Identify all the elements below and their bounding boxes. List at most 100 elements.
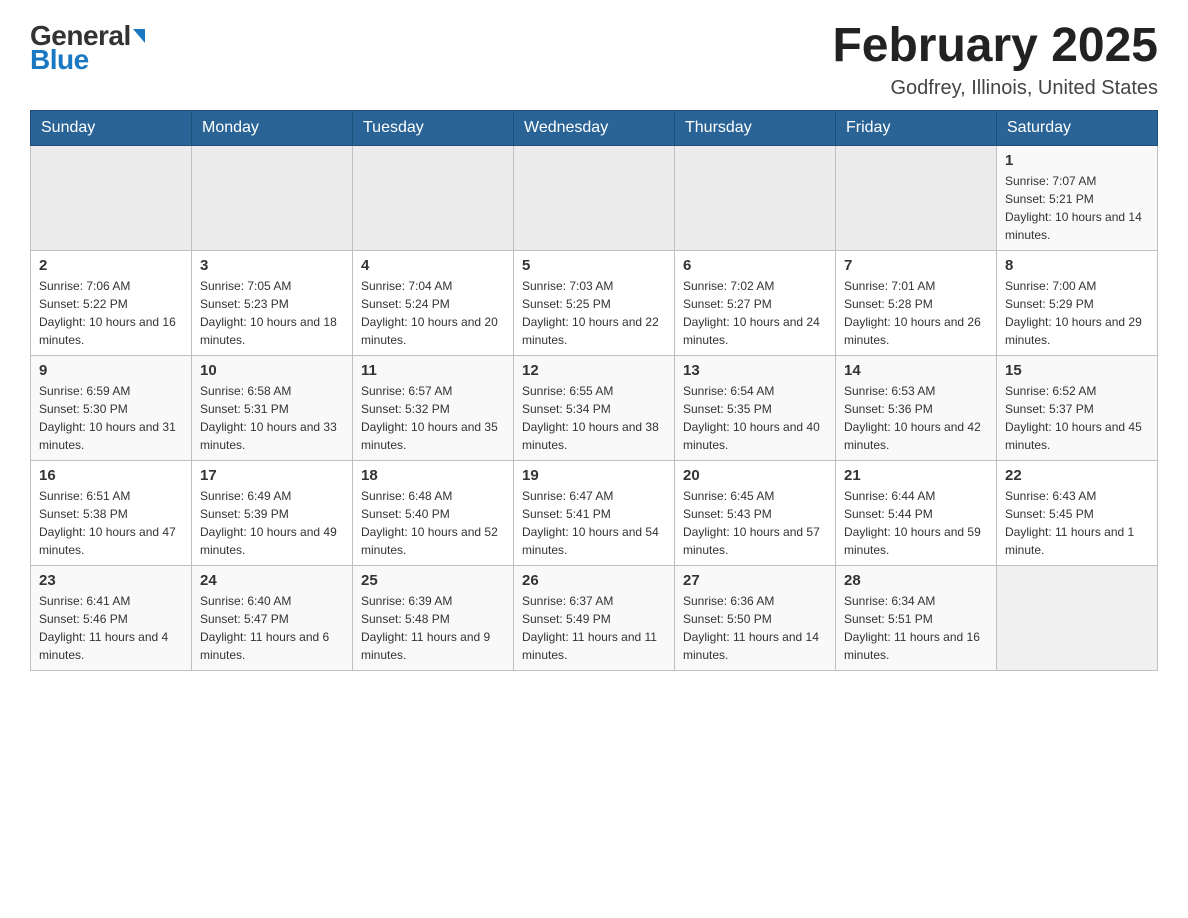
calendar-body: 1 Sunrise: 7:07 AM Sunset: 5:21 PM Daylig… xyxy=(31,145,1158,670)
day-info: Sunrise: 7:06 AM Sunset: 5:22 PM Dayligh… xyxy=(39,277,183,349)
calendar-cell: 7 Sunrise: 7:01 AM Sunset: 5:28 PM Daylig… xyxy=(836,250,997,355)
calendar-cell: 23 Sunrise: 6:41 AM Sunset: 5:46 PM Dayli… xyxy=(31,565,192,670)
calendar-week-row: 1 Sunrise: 7:07 AM Sunset: 5:21 PM Daylig… xyxy=(31,145,1158,250)
day-number: 1 xyxy=(1005,152,1149,169)
weekday-header-wednesday: Wednesday xyxy=(514,110,675,145)
day-number: 6 xyxy=(683,257,827,274)
day-info: Sunrise: 6:49 AM Sunset: 5:39 PM Dayligh… xyxy=(200,487,344,559)
day-number: 25 xyxy=(361,572,505,589)
day-info: Sunrise: 6:58 AM Sunset: 5:31 PM Dayligh… xyxy=(200,382,344,454)
day-number: 26 xyxy=(522,572,666,589)
logo-blue-text: Blue xyxy=(30,44,89,76)
day-number: 3 xyxy=(200,257,344,274)
calendar-cell: 10 Sunrise: 6:58 AM Sunset: 5:31 PM Dayli… xyxy=(192,355,353,460)
day-number: 20 xyxy=(683,467,827,484)
day-number: 16 xyxy=(39,467,183,484)
day-info: Sunrise: 6:53 AM Sunset: 5:36 PM Dayligh… xyxy=(844,382,988,454)
calendar-cell: 15 Sunrise: 6:52 AM Sunset: 5:37 PM Dayli… xyxy=(997,355,1158,460)
calendar-cell: 12Sunrise: 6:55 AM Sunset: 5:34 PM Dayli… xyxy=(514,355,675,460)
calendar-cell: 26 Sunrise: 6:37 AM Sunset: 5:49 PM Dayli… xyxy=(514,565,675,670)
day-info: Sunrise: 6:59 AM Sunset: 5:30 PM Dayligh… xyxy=(39,382,183,454)
calendar-week-row: 9 Sunrise: 6:59 AM Sunset: 5:30 PM Daylig… xyxy=(31,355,1158,460)
day-number: 15 xyxy=(1005,362,1149,379)
day-info: Sunrise: 6:43 AM Sunset: 5:45 PM Dayligh… xyxy=(1005,487,1149,559)
calendar-cell xyxy=(192,145,353,250)
calendar-cell: 5 Sunrise: 7:03 AM Sunset: 5:25 PM Daylig… xyxy=(514,250,675,355)
day-info: Sunrise: 7:05 AM Sunset: 5:23 PM Dayligh… xyxy=(200,277,344,349)
weekday-header-friday: Friday xyxy=(836,110,997,145)
weekday-header-saturday: Saturday xyxy=(997,110,1158,145)
day-number: 18 xyxy=(361,467,505,484)
calendar-cell: 17 Sunrise: 6:49 AM Sunset: 5:39 PM Dayli… xyxy=(192,460,353,565)
calendar-week-row: 16 Sunrise: 6:51 AM Sunset: 5:38 PM Dayli… xyxy=(31,460,1158,565)
calendar-cell: 20 Sunrise: 6:45 AM Sunset: 5:43 PM Dayli… xyxy=(675,460,836,565)
calendar-week-row: 2 Sunrise: 7:06 AM Sunset: 5:22 PM Daylig… xyxy=(31,250,1158,355)
calendar-cell: 13 Sunrise: 6:54 AM Sunset: 5:35 PM Dayli… xyxy=(675,355,836,460)
day-info: Sunrise: 6:44 AM Sunset: 5:44 PM Dayligh… xyxy=(844,487,988,559)
day-info: Sunrise: 7:00 AM Sunset: 5:29 PM Dayligh… xyxy=(1005,277,1149,349)
logo-arrow-icon xyxy=(133,29,145,43)
calendar-cell: 21 Sunrise: 6:44 AM Sunset: 5:44 PM Dayli… xyxy=(836,460,997,565)
day-info: Sunrise: 6:54 AM Sunset: 5:35 PM Dayligh… xyxy=(683,382,827,454)
day-number: 21 xyxy=(844,467,988,484)
day-info: Sunrise: 7:01 AM Sunset: 5:28 PM Dayligh… xyxy=(844,277,988,349)
day-number: 7 xyxy=(844,257,988,274)
day-number: 19 xyxy=(522,467,666,484)
day-info: Sunrise: 6:37 AM Sunset: 5:49 PM Dayligh… xyxy=(522,592,666,664)
day-number: 13 xyxy=(683,362,827,379)
day-number: 8 xyxy=(1005,257,1149,274)
weekday-header-thursday: Thursday xyxy=(675,110,836,145)
day-info: Sunrise: 7:07 AM Sunset: 5:21 PM Dayligh… xyxy=(1005,172,1149,244)
calendar-cell: 3 Sunrise: 7:05 AM Sunset: 5:23 PM Daylig… xyxy=(192,250,353,355)
day-number: 23 xyxy=(39,572,183,589)
title-block: February 2025 Godfrey, Illinois, United … xyxy=(832,20,1158,100)
calendar-cell xyxy=(31,145,192,250)
calendar-cell: 18Sunrise: 6:48 AM Sunset: 5:40 PM Dayli… xyxy=(353,460,514,565)
calendar-cell: 16 Sunrise: 6:51 AM Sunset: 5:38 PM Dayli… xyxy=(31,460,192,565)
day-number: 5 xyxy=(522,257,666,274)
calendar-cell: 2 Sunrise: 7:06 AM Sunset: 5:22 PM Daylig… xyxy=(31,250,192,355)
calendar-cell: 28Sunrise: 6:34 AM Sunset: 5:51 PM Dayli… xyxy=(836,565,997,670)
calendar-table: SundayMondayTuesdayWednesdayThursdayFrid… xyxy=(30,110,1158,671)
day-info: Sunrise: 6:51 AM Sunset: 5:38 PM Dayligh… xyxy=(39,487,183,559)
calendar-cell: 25 Sunrise: 6:39 AM Sunset: 5:48 PM Dayli… xyxy=(353,565,514,670)
weekday-header-sunday: Sunday xyxy=(31,110,192,145)
calendar-cell: 27 Sunrise: 6:36 AM Sunset: 5:50 PM Dayli… xyxy=(675,565,836,670)
weekday-header-tuesday: Tuesday xyxy=(353,110,514,145)
calendar-week-row: 23 Sunrise: 6:41 AM Sunset: 5:46 PM Dayli… xyxy=(31,565,1158,670)
day-info: Sunrise: 6:41 AM Sunset: 5:46 PM Dayligh… xyxy=(39,592,183,664)
day-info: Sunrise: 7:04 AM Sunset: 5:24 PM Dayligh… xyxy=(361,277,505,349)
calendar-cell xyxy=(514,145,675,250)
day-number: 4 xyxy=(361,257,505,274)
calendar-cell: 9 Sunrise: 6:59 AM Sunset: 5:30 PM Daylig… xyxy=(31,355,192,460)
day-info: Sunrise: 6:45 AM Sunset: 5:43 PM Dayligh… xyxy=(683,487,827,559)
day-info: Sunrise: 6:36 AM Sunset: 5:50 PM Dayligh… xyxy=(683,592,827,664)
calendar-cell: 1 Sunrise: 7:07 AM Sunset: 5:21 PM Daylig… xyxy=(997,145,1158,250)
calendar-cell: 4 Sunrise: 7:04 AM Sunset: 5:24 PM Daylig… xyxy=(353,250,514,355)
day-number: 2 xyxy=(39,257,183,274)
calendar-cell: 22Sunrise: 6:43 AM Sunset: 5:45 PM Dayli… xyxy=(997,460,1158,565)
logo: General Blue xyxy=(30,20,145,76)
calendar-cell: 19 Sunrise: 6:47 AM Sunset: 5:41 PM Dayli… xyxy=(514,460,675,565)
day-number: 9 xyxy=(39,362,183,379)
day-info: Sunrise: 6:34 AM Sunset: 5:51 PM Dayligh… xyxy=(844,592,988,664)
day-number: 24 xyxy=(200,572,344,589)
calendar-cell xyxy=(997,565,1158,670)
calendar-cell xyxy=(353,145,514,250)
calendar-header: SundayMondayTuesdayWednesdayThursdayFrid… xyxy=(31,110,1158,145)
day-info: Sunrise: 6:47 AM Sunset: 5:41 PM Dayligh… xyxy=(522,487,666,559)
page-header: General Blue February 2025 Godfrey, Illi… xyxy=(30,20,1158,100)
day-number: 17 xyxy=(200,467,344,484)
month-year-title: February 2025 xyxy=(832,20,1158,73)
day-info: Sunrise: 6:39 AM Sunset: 5:48 PM Dayligh… xyxy=(361,592,505,664)
day-info: Sunrise: 7:03 AM Sunset: 5:25 PM Dayligh… xyxy=(522,277,666,349)
day-info: Sunrise: 6:40 AM Sunset: 5:47 PM Dayligh… xyxy=(200,592,344,664)
day-number: 27 xyxy=(683,572,827,589)
calendar-cell: 6Sunrise: 7:02 AM Sunset: 5:27 PM Daylig… xyxy=(675,250,836,355)
day-number: 10 xyxy=(200,362,344,379)
calendar-cell xyxy=(836,145,997,250)
weekday-header-monday: Monday xyxy=(192,110,353,145)
calendar-cell: 24 Sunrise: 6:40 AM Sunset: 5:47 PM Dayli… xyxy=(192,565,353,670)
calendar-cell: 14Sunrise: 6:53 AM Sunset: 5:36 PM Dayli… xyxy=(836,355,997,460)
day-info: Sunrise: 6:52 AM Sunset: 5:37 PM Dayligh… xyxy=(1005,382,1149,454)
